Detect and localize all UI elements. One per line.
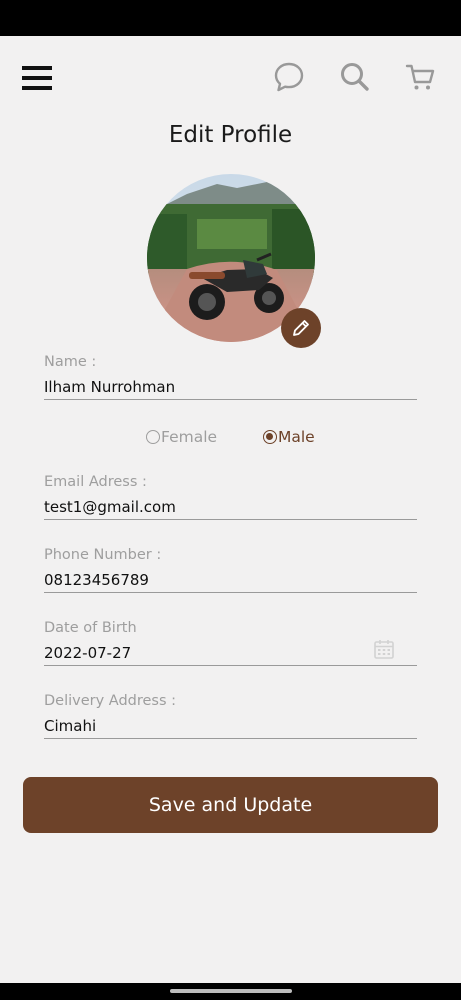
gender-option-female[interactable]: Female (146, 428, 217, 446)
email-label: Email Adress : (44, 474, 147, 490)
name-field-group: Name : (44, 354, 417, 400)
system-nav-bar (0, 983, 461, 1000)
pencil-icon (293, 320, 309, 336)
dob-field-group: Date of Birth (44, 620, 417, 666)
phone-label: Phone Number : (44, 547, 162, 563)
phone-field-group: Phone Number : (44, 547, 417, 593)
gender-option-male[interactable]: Male (263, 428, 315, 446)
search-icon[interactable] (338, 60, 372, 94)
shopping-cart-icon[interactable] (404, 60, 438, 94)
hamburger-menu-icon[interactable] (22, 66, 54, 92)
page-title: Edit Profile (168, 122, 293, 148)
address-field-group: Delivery Address : (44, 693, 417, 739)
calendar-icon[interactable] (373, 638, 395, 660)
female-label: Female (161, 428, 218, 446)
email-input[interactable] (44, 494, 417, 520)
chat-bubble-icon[interactable] (272, 60, 306, 94)
edit-photo-button[interactable] (281, 308, 321, 348)
save-and-update-button[interactable]: Save and Update (23, 777, 438, 833)
dob-label: Date of Birth (44, 620, 137, 636)
address-input[interactable] (44, 713, 417, 739)
name-label: Name : (44, 354, 97, 370)
male-label: Male (278, 428, 315, 446)
address-label: Delivery Address : (44, 693, 177, 709)
female-radio[interactable] (146, 430, 160, 444)
dob-input[interactable] (44, 640, 417, 666)
home-indicator[interactable] (170, 989, 292, 993)
name-input[interactable] (44, 374, 417, 400)
edit-profile-screen: Edit Profile Name: Ilham Nurrohman Fema… (0, 36, 461, 983)
status-bar (0, 0, 461, 36)
phone-input[interactable] (44, 567, 417, 593)
email-field-group: Email Adress : (44, 474, 417, 520)
male-radio[interactable] (263, 430, 277, 444)
